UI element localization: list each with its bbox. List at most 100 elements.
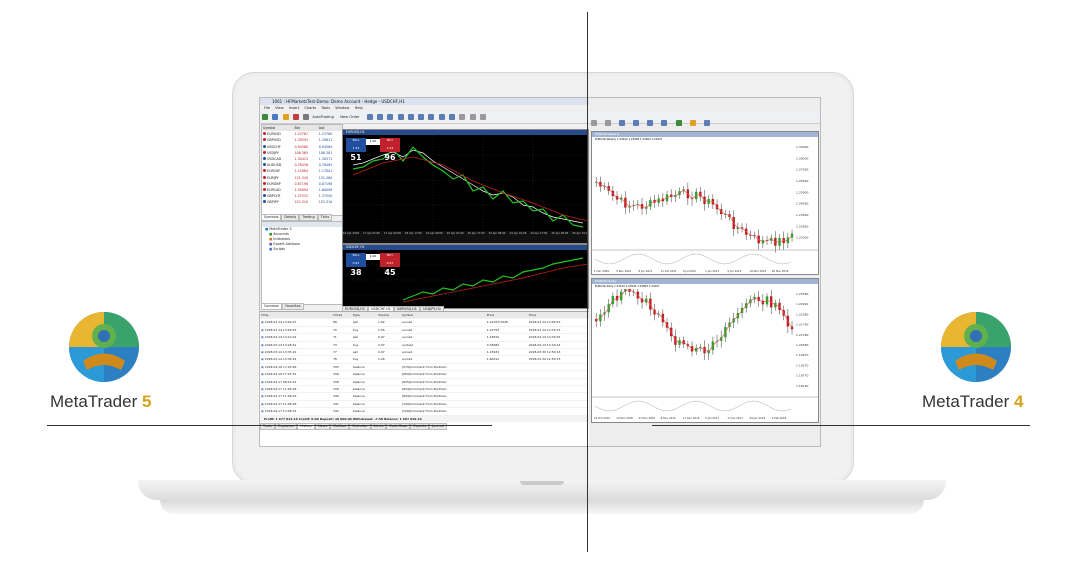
menu-window[interactable]: Window	[335, 106, 349, 110]
col-time-close[interactable]: Time	[527, 312, 589, 320]
tab-symbols[interactable]: Symbols	[261, 214, 282, 221]
menu-tools[interactable]: Tools	[321, 106, 330, 110]
tile-windows-icon[interactable]	[418, 114, 425, 120]
date-tick-label: 24 Oct 2016	[594, 416, 610, 420]
symbol-status-icon	[263, 194, 266, 198]
menu-file[interactable]: File	[264, 106, 270, 110]
toolbox-tab-trade[interactable]: Trade	[260, 422, 276, 430]
tab-favorites[interactable]: Favorites	[282, 303, 304, 310]
new-order-button[interactable]: New Order	[340, 115, 359, 119]
candlestick-icon[interactable]	[376, 114, 383, 120]
toolbox-tab-journal[interactable]: Journal	[429, 422, 448, 430]
col-price[interactable]: Price	[485, 312, 528, 320]
tab-details[interactable]: Details	[281, 214, 300, 221]
tool-icon[interactable]	[591, 120, 597, 126]
toolbox-tab-calendar[interactable]: Calendar	[349, 422, 371, 430]
tab-common[interactable]: Common	[261, 303, 283, 310]
cell-value: 1.26	[377, 357, 385, 362]
buy-button[interactable]: BUY 0.97 45	[380, 253, 400, 277]
history-cell-volume	[376, 407, 401, 416]
templates-icon[interactable]	[703, 120, 710, 126]
nav-item-scripts[interactable]: ■ Scripts	[262, 247, 342, 252]
history-row[interactable]: ▣ 2018.04.16 17:25:51 336 balance [669]Comm…	[260, 370, 589, 379]
bar-chart-icon[interactable]	[366, 114, 373, 120]
market-watch-row[interactable]: EURCHF 1.15984 1.17001	[262, 168, 342, 174]
toolbox-tab-history[interactable]: History	[297, 422, 316, 430]
sell-button[interactable]: SELL 1.23 51	[346, 138, 366, 162]
terminal-icon[interactable]	[303, 114, 310, 120]
toolbox-tab-experts[interactable]: Experts	[410, 422, 430, 430]
zoom-out-icon[interactable]	[407, 114, 414, 120]
mt4-chart-daily[interactable]: EURUSD,Daily EURUSD,Daily 1.23419 1.2350…	[591, 278, 819, 423]
indicators-icon[interactable]	[438, 114, 445, 120]
toolbox-tab-mailbox[interactable]: Mailbox	[330, 422, 350, 430]
history-row[interactable]: ▣ 2018.04.17 08:20:12 338 balance [825]Comm…	[260, 378, 589, 387]
candlestick-icon[interactable]	[661, 120, 668, 126]
history-row[interactable]: ▣ 2018.03.14 13:39:22 78 buy 1.26 eurcad 1.60…	[260, 355, 589, 364]
crosshair-icon[interactable]	[428, 114, 435, 120]
history-row[interactable]: ▣ 2018.03.14 13:10:01 71 sell 0.97 eurusd 1.2…	[260, 333, 589, 342]
market-watch-icon[interactable]	[282, 114, 289, 120]
history-cell-price	[485, 385, 528, 394]
buy-button[interactable]: BUY 1.23 96	[380, 138, 400, 162]
market-watch-row[interactable]: GBPUSD 1.39593 1.39611	[262, 137, 342, 143]
zoom-out-icon[interactable]	[633, 120, 640, 126]
period-icon[interactable]	[689, 120, 696, 126]
bar-chart-icon[interactable]	[647, 120, 654, 126]
history-row[interactable]: ▣ 2018.04.17 11:06:18 339 balance [834]Comm…	[260, 385, 589, 394]
cursor-icon[interactable]	[459, 114, 466, 120]
col-symbol[interactable]: Symbol	[400, 312, 486, 320]
symbol-status-icon	[263, 150, 266, 154]
market-watch-row[interactable]: GBPJPY 152.310 152.310	[262, 199, 342, 205]
mt5-chart-usdchf[interactable]: USDCHF,H1 SELL 0.97 38 1.00 BUY 0.97 45	[342, 244, 589, 309]
col-volume[interactable]: Volume	[376, 312, 401, 320]
history-row[interactable]: ▣ 2018.04.17 11:06:28 341 balance [149]Comm…	[260, 400, 589, 409]
tool-icon[interactable]	[605, 120, 612, 126]
brand-version: 4	[1013, 392, 1024, 411]
menu-help[interactable]: Help	[355, 106, 363, 110]
history-row[interactable]: ▣ 2018.03.14 13:09:53 70 buy 1.05 eurusd 1.23…	[260, 326, 589, 335]
menu-view[interactable]: View	[275, 106, 284, 110]
col-ticket[interactable]: Ticket	[332, 312, 352, 320]
new-chart-icon[interactable]	[262, 114, 268, 120]
col-type[interactable]: Type	[351, 312, 377, 320]
mt4-chart-weekly[interactable]: EURUSD,Weekly EURUSD,Weekly 1.23022 1.23…	[591, 131, 819, 275]
history-row[interactable]: ▣ 2018.03.14 13:28:41 73 buy 0.97 audusd 0.78…	[260, 341, 589, 350]
lot-size-input[interactable]: 1.00	[366, 254, 380, 260]
line-chart-icon[interactable]	[387, 114, 394, 120]
price-tick-label: 1.25900	[796, 190, 808, 194]
profiles-icon[interactable]	[272, 114, 279, 120]
history-row[interactable]: ▣ 2018.03.14 13:33:21 77 sell 0.97 eurusd 1.2…	[260, 348, 589, 357]
zoom-in-icon[interactable]	[619, 120, 626, 126]
history-row[interactable]: ▣ 2018.03.14 13:00:27 68 sell 1.02 eurusd 1.2…	[260, 318, 589, 327]
history-row[interactable]: ▣ 2018.04.16 17:25:46 335 balance [579]Comm…	[260, 363, 589, 372]
mt5-chart-eurusd[interactable]: EURUSD,H1 16 Apr 2018 17 Apr 01:00 17 Apr …	[342, 129, 589, 244]
market-watch-row[interactable]: EURJPY 131.345 131.260	[262, 175, 342, 181]
text-icon[interactable]	[479, 114, 486, 120]
date-tick-label: 16 Apr 2018	[343, 232, 360, 235]
col-time[interactable]: Time	[260, 312, 332, 320]
navigator-icon[interactable]	[292, 114, 299, 120]
cell-value: 2018.03.14 13:33:25	[528, 327, 561, 332]
history-row[interactable]: ▣ 2018.04.17 13:06:14 342 balance [226]Comm…	[260, 407, 589, 416]
cell-value: sell	[352, 320, 358, 325]
history-cell-price: 1.23753	[485, 326, 528, 335]
sell-button[interactable]: SELL 0.97 38	[346, 253, 366, 277]
toolbox-tab-exposure[interactable]: Exposure	[275, 422, 297, 430]
tab-ticks[interactable]: Ticks	[317, 214, 333, 221]
menu-charts[interactable]: Charts	[304, 106, 316, 110]
templates-icon[interactable]	[448, 114, 455, 120]
tab-trading[interactable]: Trading	[299, 214, 318, 221]
menu-insert[interactable]: Insert	[289, 106, 299, 110]
lot-size-input[interactable]: 1.00	[366, 139, 380, 145]
zoom-in-icon[interactable]	[397, 114, 404, 120]
toolbox-tab-news[interactable]: News	[315, 422, 331, 430]
trendline-icon[interactable]	[469, 114, 476, 120]
autotrading-button[interactable]: AutoTrading	[312, 115, 334, 119]
market-watch-row[interactable]: USDCHF 0.94560 0.94564	[262, 144, 342, 150]
toolbox-tab-alerts[interactable]: Alerts	[370, 422, 387, 430]
history-row[interactable]: ▣ 2018.04.17 11:06:23 340 balance [844]Comm…	[260, 392, 589, 401]
indicators-icon[interactable]	[675, 120, 682, 126]
toolbox-tab-code-base[interactable]: Code Base	[386, 422, 411, 430]
comparison-divider	[587, 12, 588, 552]
